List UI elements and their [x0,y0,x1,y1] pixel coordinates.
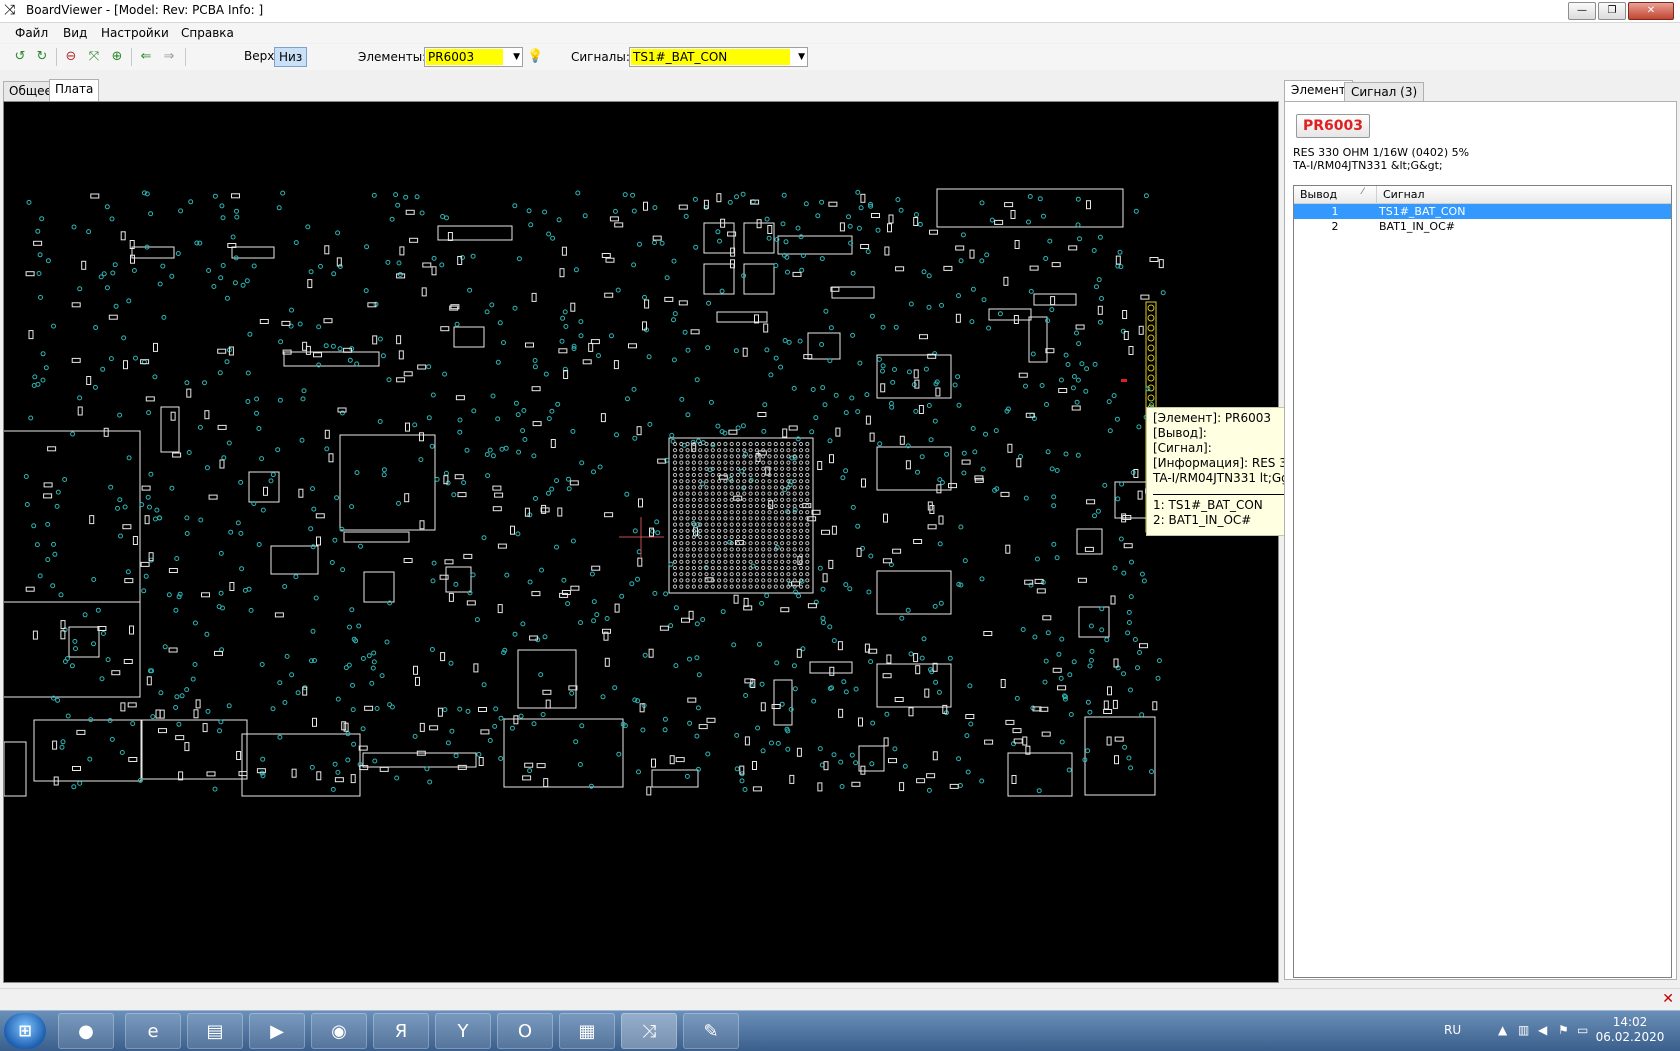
winrar-icon[interactable]: ▦ [559,1013,615,1049]
maximize-button[interactable]: ❐ [1598,2,1626,20]
monitor-icon[interactable]: ▭ [1577,1023,1588,1037]
clock[interactable]: 14:02 06.02.2020 [1595,1015,1665,1045]
title-bar: ⤨ BoardViewer - [Model: Rev: PCBA Info: … [0,0,1680,23]
menu-view[interactable]: Вид [63,26,87,40]
chrome-icon[interactable]: ◉ [311,1013,367,1049]
taskbar: ⊞ ● e ▤ ▶ ◉ Я Y O ▦ ⤨ ✎ RU ▲ ▥ ◀ ⚑ ▭ 14:… [0,1010,1680,1051]
boardviewer-icon[interactable]: ⤨ [621,1013,677,1049]
col-pin-header[interactable]: Вывод [1300,188,1337,201]
window-controls: — ❐ ✕ [1568,2,1674,20]
tab-element[interactable]: Элемент [1284,80,1353,102]
pin-signal: TS1#_BAT_CON [1379,205,1466,218]
close-icon[interactable]: ✕ [1662,991,1674,1007]
arrow-right-icon[interactable]: ⇒ [161,49,177,65]
network-icon[interactable]: ▥ [1518,1023,1529,1037]
minimize-button[interactable]: — [1568,2,1596,20]
flag-icon[interactable]: ⚑ [1558,1023,1569,1037]
chevron-down-icon[interactable]: ▼ [798,49,805,65]
status-bar: ✕ [0,988,1680,1011]
ie-icon[interactable]: e [125,1013,181,1049]
window-title: BoardViewer - [Model: Rev: PCBA Info: ] [26,3,264,17]
volume-icon[interactable]: ◀ [1538,1023,1547,1037]
properties-panel: Элемент Сигнал (3) PR6003 RES 330 OHM 1/… [1284,80,1677,980]
system-tray: RU ▲ ▥ ◀ ⚑ ▭ 14:02 06.02.2020 [1380,1011,1680,1051]
signals-label: Сигналы: [571,50,630,64]
menu-settings[interactable]: Настройки [101,26,169,40]
arrow-left-icon[interactable]: ⇐ [138,49,154,65]
elements-combo[interactable]: PR6003 ▼ [424,47,523,67]
toolbar-separator [131,48,132,66]
opera-icon[interactable]: O [497,1013,553,1049]
pin-number: 2 [1331,220,1339,233]
pcb-drawing[interactable] [4,102,1278,982]
pin-signal: BAT1_IN_OC# [1379,220,1455,233]
elements-value: PR6003 [426,49,503,65]
table-row[interactable]: 1 TS1#_BAT_CON [1294,204,1671,219]
bulb-icon[interactable]: 💡 [527,49,543,65]
element-desc-line1: RES 330 OHM 1/16W (0402) 5% [1293,146,1470,159]
alice-icon[interactable]: ● [58,1013,114,1049]
pin-table-header: Вывод ⁄ Сигнал [1294,186,1671,204]
close-button[interactable]: ✕ [1628,2,1674,20]
element-desc-line2: TA-I/RM04JTN331 &lt;G&gt; [1293,159,1443,172]
menu-help[interactable]: Справка [181,26,234,40]
properties-tabs: Элемент Сигнал (3) [1284,80,1677,102]
chevron-down-icon[interactable]: ▼ [513,49,520,65]
rotate-right-icon[interactable]: ↻ [34,49,50,65]
clock-time: 14:02 [1612,1015,1648,1029]
start-button[interactable]: ⊞ [4,1013,46,1049]
rotate-left-icon[interactable]: ↺ [12,49,28,65]
element-name-button[interactable]: PR6003 [1296,114,1371,138]
tab-signal[interactable]: Сигнал (3) [1344,82,1425,101]
element-info: PR6003 RES 330 OHM 1/16W (0402) 5% TA-I/… [1284,101,1677,980]
zoom-out-icon[interactable]: ⊖ [63,49,79,65]
toolbar-separator [56,48,57,66]
clock-date: 06.02.2020 [1595,1030,1665,1044]
tray-arrow-icon[interactable]: ▲ [1498,1023,1507,1037]
col-signal-header[interactable]: Сигнал [1383,188,1425,201]
pin-table: Вывод ⁄ Сигнал 1 TS1#_BAT_CON 2 BAT1_IN_… [1293,185,1672,978]
toolbar-separator [185,48,186,66]
top-side-button[interactable]: Верх [240,47,278,65]
signals-value: TS1#_BAT_CON [631,49,790,65]
yandex-browser-icon[interactable]: Y [435,1013,491,1049]
shuffle-icon: ⤨ [4,2,16,18]
signals-combo[interactable]: TS1#_BAT_CON ▼ [629,47,808,67]
tab-board[interactable]: Плата [49,79,100,102]
folder-icon[interactable]: ▤ [187,1013,243,1049]
language-indicator[interactable]: RU [1444,1023,1461,1037]
menu-file[interactable]: Файл [15,26,48,40]
element-description: RES 330 OHM 1/16W (0402) 5% TA-I/RM04JTN… [1293,146,1469,172]
toolbar: ↺ ↻ ⊖ ⤧ ⊕ ⇐ ⇒ Верх Низ Элементы: PR6003 … [0,44,1680,70]
board-canvas[interactable] [3,101,1279,983]
paint-icon[interactable]: ✎ [683,1013,739,1049]
yandex-icon[interactable]: Я [373,1013,429,1049]
sort-icon: ⁄ [1362,187,1364,197]
menu-bar: Файл Вид Настройки Справка [0,23,1680,43]
zoom-in-icon[interactable]: ⊕ [109,49,125,65]
zoom-fit-icon[interactable]: ⤧ [86,49,102,65]
pin-number: 1 [1331,205,1339,218]
bottom-side-button[interactable]: Низ [274,47,308,67]
table-row[interactable]: 2 BAT1_IN_OC# [1294,219,1671,234]
elements-label: Элементы: [358,50,427,64]
column-divider[interactable] [1376,186,1377,203]
media-icon[interactable]: ▶ [249,1013,305,1049]
